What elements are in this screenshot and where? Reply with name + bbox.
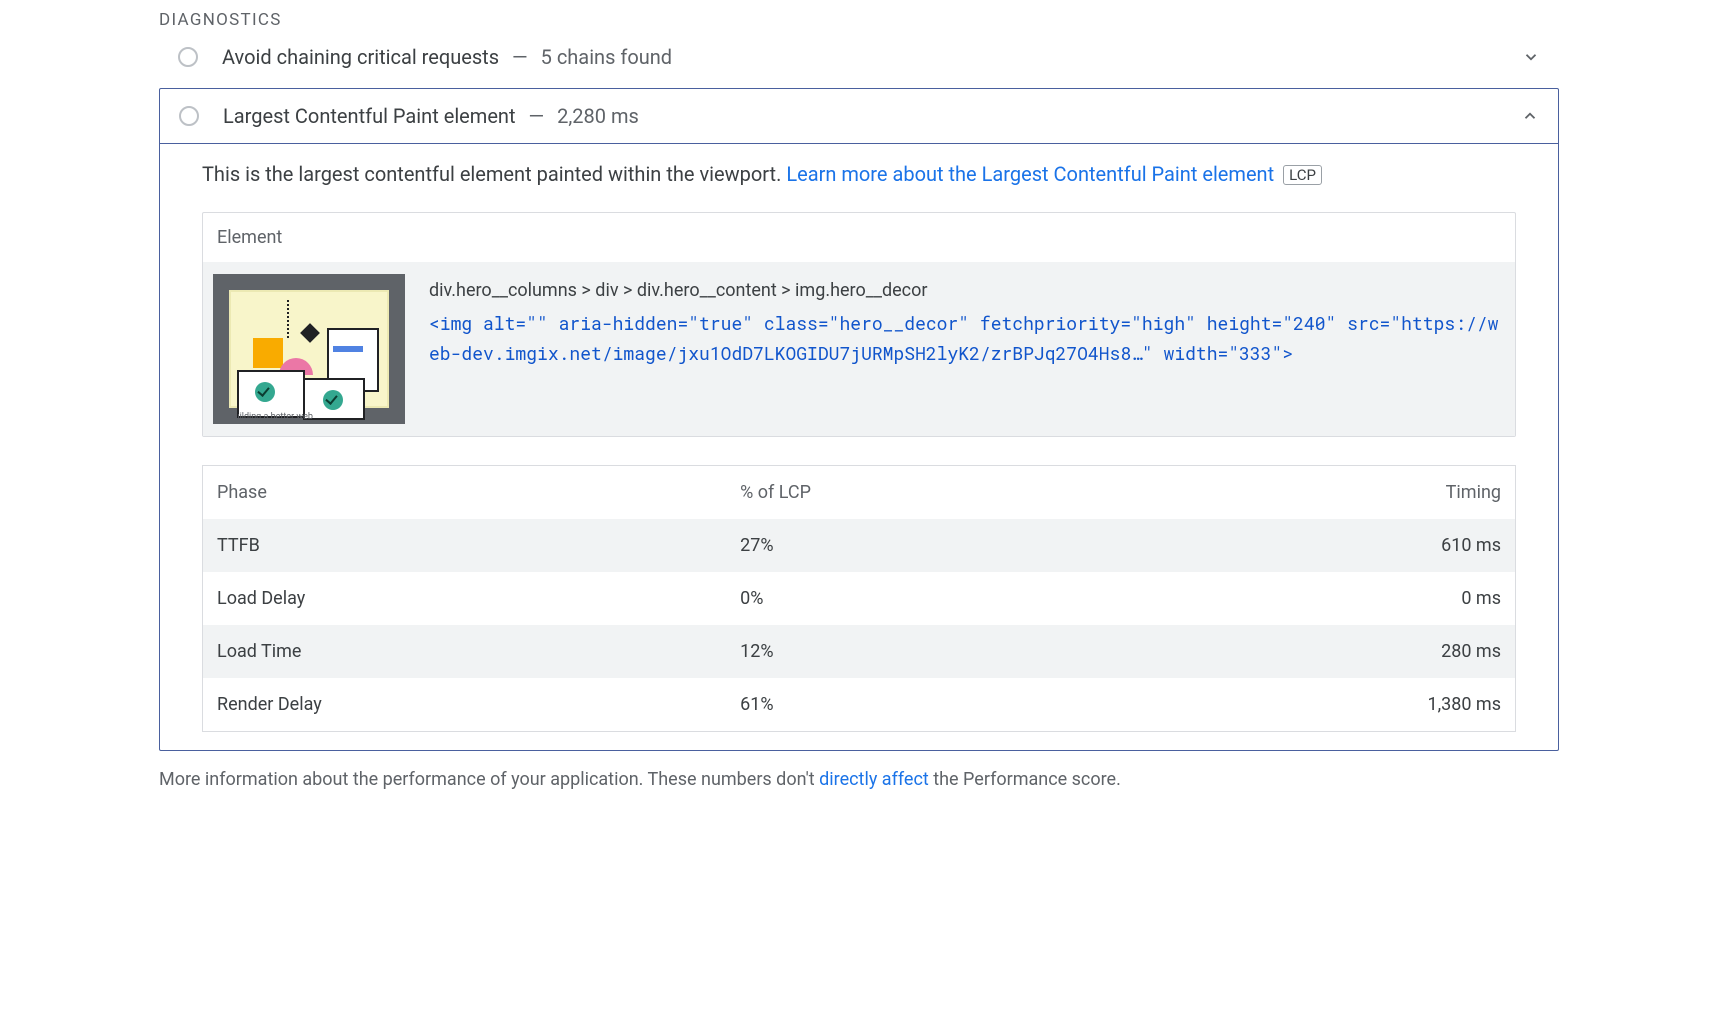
- col-phase: Phase: [203, 466, 727, 520]
- lcp-phase-table: Phase % of LCP Timing TTFB 27% 610 ms Lo…: [202, 465, 1516, 732]
- col-timing: Timing: [1114, 466, 1515, 520]
- audit-row-lcp-element[interactable]: Largest Contentful Paint element — 2,280…: [160, 89, 1558, 143]
- audit-row-chain-critical[interactable]: Avoid chaining critical requests — 5 cha…: [159, 30, 1559, 84]
- element-selector-path: div.hero__columns > div > div.hero__cont…: [429, 280, 1501, 301]
- col-percent: % of LCP: [726, 466, 1114, 520]
- element-card-header: Element: [203, 213, 1515, 262]
- table-row: Render Delay 61% 1,380 ms: [203, 678, 1516, 732]
- lcp-intro-text: This is the largest contentful element p…: [202, 162, 1516, 186]
- neutral-status-icon: [178, 47, 198, 67]
- element-source-snippet: <img alt="" aria-hidden="true" class="he…: [429, 309, 1501, 368]
- table-row: TTFB 27% 610 ms: [203, 519, 1516, 572]
- directly-affect-link[interactable]: directly affect: [819, 769, 929, 790]
- lcp-chip: LCP: [1283, 165, 1322, 185]
- diagnostics-section-title: DIAGNOSTICS: [159, 10, 1559, 30]
- learn-more-link[interactable]: Learn more about the Largest Contentful …: [786, 162, 1274, 186]
- audit-lcp-panel: Largest Contentful Paint element — 2,280…: [159, 88, 1559, 751]
- diagnostics-footnote: More information about the performance o…: [159, 769, 1559, 790]
- table-row: Load Time 12% 280 ms: [203, 625, 1516, 678]
- element-thumbnail: Building a better web: [213, 274, 405, 424]
- table-row: Load Delay 0% 0 ms: [203, 572, 1516, 625]
- chevron-up-icon: [1521, 107, 1539, 125]
- audit-label: Largest Contentful Paint element — 2,280…: [223, 104, 639, 128]
- neutral-status-icon: [179, 106, 199, 126]
- audit-label: Avoid chaining critical requests — 5 cha…: [222, 45, 672, 69]
- chevron-down-icon: [1522, 48, 1540, 66]
- lcp-element-card: Element Building a better web: [202, 212, 1516, 437]
